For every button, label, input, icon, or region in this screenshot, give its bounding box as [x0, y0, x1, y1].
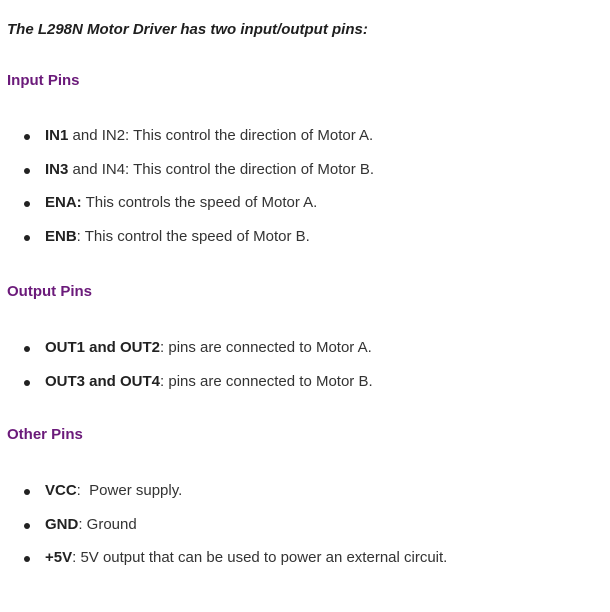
- list-item: GND: Ground: [7, 516, 447, 550]
- pin-description: : Ground: [78, 515, 137, 533]
- pin-description: : pins are connected to Motor B.: [160, 372, 373, 390]
- pin-term: +5V: [45, 549, 73, 566]
- pin-term: OUT3 and OUT4: [45, 372, 161, 390]
- pin-description: : Power supply.: [76, 482, 183, 499]
- list-item: +5V: 5V output that can be used to power…: [7, 549, 447, 583]
- other-pins-list: VCC: Power supply. GND: Ground +5V: 5V o…: [7, 482, 447, 583]
- pin-term: ENA:: [45, 194, 82, 211]
- pin-term: GND: [45, 515, 79, 533]
- bullet-icon: [24, 556, 30, 562]
- bullet-icon: [24, 234, 30, 241]
- section-heading-output-pins: Output Pins: [7, 283, 92, 300]
- section-heading-input-pins: Input Pins: [7, 72, 80, 89]
- pin-term: ENB: [45, 227, 77, 245]
- bullet-icon: [24, 167, 30, 174]
- output-pins-list: OUT1 and OUT2: pins are connected to Mot…: [7, 339, 373, 406]
- pin-description: This controls the speed of Motor A.: [81, 194, 318, 211]
- intro-text: The L298N Motor Driver has two input/out…: [7, 21, 368, 38]
- input-pins-list: IN1 and IN2: This control the direction …: [7, 127, 374, 261]
- pin-description: : 5V output that can be used to power an…: [72, 549, 448, 566]
- pin-term: IN1: [45, 127, 69, 144]
- pin-description: : This control the speed of Motor B.: [76, 227, 310, 245]
- pin-term: OUT1 and OUT2: [45, 339, 161, 356]
- list-item: OUT1 and OUT2: pins are connected to Mot…: [7, 339, 373, 373]
- bullet-icon: [24, 134, 30, 140]
- list-item: IN3 and IN4: This control the direction …: [7, 161, 374, 195]
- bullet-icon: [24, 489, 30, 495]
- bullet-icon: [24, 201, 30, 207]
- list-item: ENB: This control the speed of Motor B.: [7, 228, 374, 262]
- section-heading-other-pins: Other Pins: [7, 426, 83, 443]
- list-item: IN1 and IN2: This control the direction …: [7, 127, 374, 161]
- bullet-icon: [24, 346, 30, 352]
- bullet-icon: [24, 379, 30, 386]
- bullet-icon: [24, 522, 30, 529]
- pin-description: and IN2: This control the direction of M…: [68, 127, 374, 144]
- pin-description: : pins are connected to Motor A.: [160, 339, 372, 356]
- pin-description: and IN4: This control the direction of M…: [68, 160, 375, 178]
- list-item: VCC: Power supply.: [7, 482, 447, 516]
- list-item: ENA: This controls the speed of Motor A.: [7, 194, 374, 228]
- list-item: OUT3 and OUT4: pins are connected to Mot…: [7, 373, 373, 407]
- pin-term: IN3: [45, 160, 69, 178]
- pin-term: VCC: [45, 482, 77, 499]
